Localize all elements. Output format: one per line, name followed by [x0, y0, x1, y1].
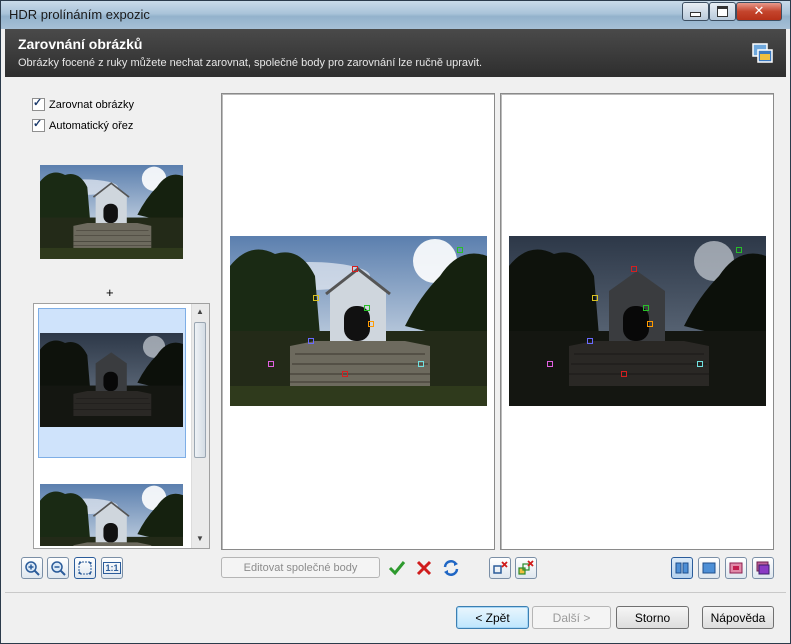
- scroll-down-icon[interactable]: ▼: [196, 534, 204, 543]
- list-scrollbar[interactable]: ▲ ▼: [191, 304, 209, 548]
- split-view-icon: [675, 562, 689, 574]
- minimize-icon: [690, 12, 701, 17]
- zoom-out-button[interactable]: [47, 557, 69, 579]
- auto-crop-label: Automatický ořez: [49, 119, 134, 132]
- view-overlay-button[interactable]: [725, 557, 747, 579]
- alignment-point-green-2[interactable]: [364, 305, 370, 311]
- alignment-point-blue[interactable]: [587, 338, 593, 344]
- cancel-button[interactable]: Storno: [616, 606, 689, 629]
- left-preview-pane[interactable]: [221, 93, 495, 550]
- align-images-checkbox[interactable]: [32, 96, 45, 111]
- zoom-in-button[interactable]: [21, 557, 43, 579]
- confirm-button[interactable]: [386, 557, 408, 579]
- alignment-point-green-1[interactable]: [457, 247, 463, 253]
- auto-crop-option[interactable]: Automatický ořez: [32, 117, 134, 132]
- alignment-point-cyan[interactable]: [418, 361, 424, 367]
- view-difference-button[interactable]: [752, 557, 774, 579]
- alignment-point-magenta[interactable]: [547, 361, 553, 367]
- title-bar: HDR prolínáním expozic ✕: [1, 1, 790, 29]
- actual-size-button[interactable]: 1:1: [101, 557, 123, 579]
- edit-common-points-button[interactable]: Editovat společné body: [221, 557, 380, 578]
- red-x-icon: [416, 560, 432, 576]
- window-title: HDR prolínáním expozic: [9, 7, 150, 22]
- maximize-button[interactable]: [709, 2, 736, 21]
- alignment-point-red-1[interactable]: [352, 266, 358, 272]
- window-stack-icon: [752, 43, 773, 63]
- alignment-point-green-2[interactable]: [643, 305, 649, 311]
- delete-point-button[interactable]: [489, 557, 511, 579]
- delete-all-points-icon: [518, 560, 534, 575]
- page-subtitle: Obrázky focené z ruky můžete nechat zaro…: [18, 57, 483, 69]
- alignment-point-yellow[interactable]: [313, 295, 319, 301]
- alignment-point-orange[interactable]: [368, 321, 374, 327]
- auto-crop-checkbox[interactable]: [32, 117, 45, 132]
- delete-all-points-button[interactable]: [515, 557, 537, 579]
- image-list[interactable]: ▲ ▼: [33, 303, 210, 549]
- minimize-button[interactable]: [682, 2, 709, 21]
- footer-separator: [5, 592, 786, 593]
- wizard-header: Zarovnání obrázků Obrázky focené z ruky …: [5, 29, 786, 77]
- alignment-point-red-1[interactable]: [631, 266, 637, 272]
- base-image-thumbnail[interactable]: [40, 165, 183, 259]
- scrollbar-thumb[interactable]: [194, 322, 206, 458]
- dialog-window: HDR prolínáním expozic ✕ Zarovnání obráz…: [0, 0, 791, 644]
- difference-view-icon: [756, 561, 770, 575]
- back-button[interactable]: < Zpět: [456, 606, 529, 629]
- refresh-icon: [443, 560, 459, 576]
- help-button[interactable]: Nápověda: [702, 606, 774, 629]
- right-preview-image[interactable]: [509, 236, 766, 406]
- right-preview-pane[interactable]: [500, 93, 774, 550]
- alignment-point-cyan[interactable]: [697, 361, 703, 367]
- scroll-up-icon[interactable]: ▲: [196, 307, 204, 316]
- list-item-thumbnail-bright[interactable]: [40, 484, 183, 546]
- checkmark-icon: [388, 561, 406, 576]
- actual-size-label: 1:1: [103, 562, 121, 574]
- zoom-out-icon: [51, 561, 66, 576]
- discard-button[interactable]: [413, 557, 435, 579]
- list-item-thumbnail-dark[interactable]: [40, 333, 183, 427]
- close-icon: ✕: [753, 4, 765, 19]
- zoom-in-icon: [25, 561, 40, 576]
- alignment-point-blue[interactable]: [308, 338, 314, 344]
- align-images-option[interactable]: Zarovnat obrázky: [32, 96, 134, 111]
- alignment-point-red-2[interactable]: [342, 371, 348, 377]
- view-side-by-side-button[interactable]: [671, 557, 693, 579]
- fit-to-window-icon: [78, 561, 92, 575]
- delete-point-icon: [493, 561, 508, 574]
- alignment-point-orange[interactable]: [647, 321, 653, 327]
- alignment-point-magenta[interactable]: [268, 361, 274, 367]
- alignment-point-yellow[interactable]: [592, 295, 598, 301]
- left-preview-image[interactable]: [230, 236, 487, 406]
- alignment-point-green-1[interactable]: [736, 247, 742, 253]
- next-button[interactable]: Další >: [532, 606, 611, 629]
- fit-to-window-button[interactable]: [74, 557, 96, 579]
- maximize-icon: [717, 6, 728, 17]
- refresh-button[interactable]: [440, 557, 462, 579]
- view-single-button[interactable]: [698, 557, 720, 579]
- overlay-view-icon: [729, 562, 743, 574]
- page-title: Zarovnání obrázků: [18, 36, 143, 52]
- single-view-icon: [702, 562, 716, 574]
- alignment-point-red-2[interactable]: [621, 371, 627, 377]
- plus-sign: +: [106, 285, 114, 300]
- align-images-label: Zarovnat obrázky: [49, 98, 134, 111]
- close-button[interactable]: ✕: [736, 2, 782, 21]
